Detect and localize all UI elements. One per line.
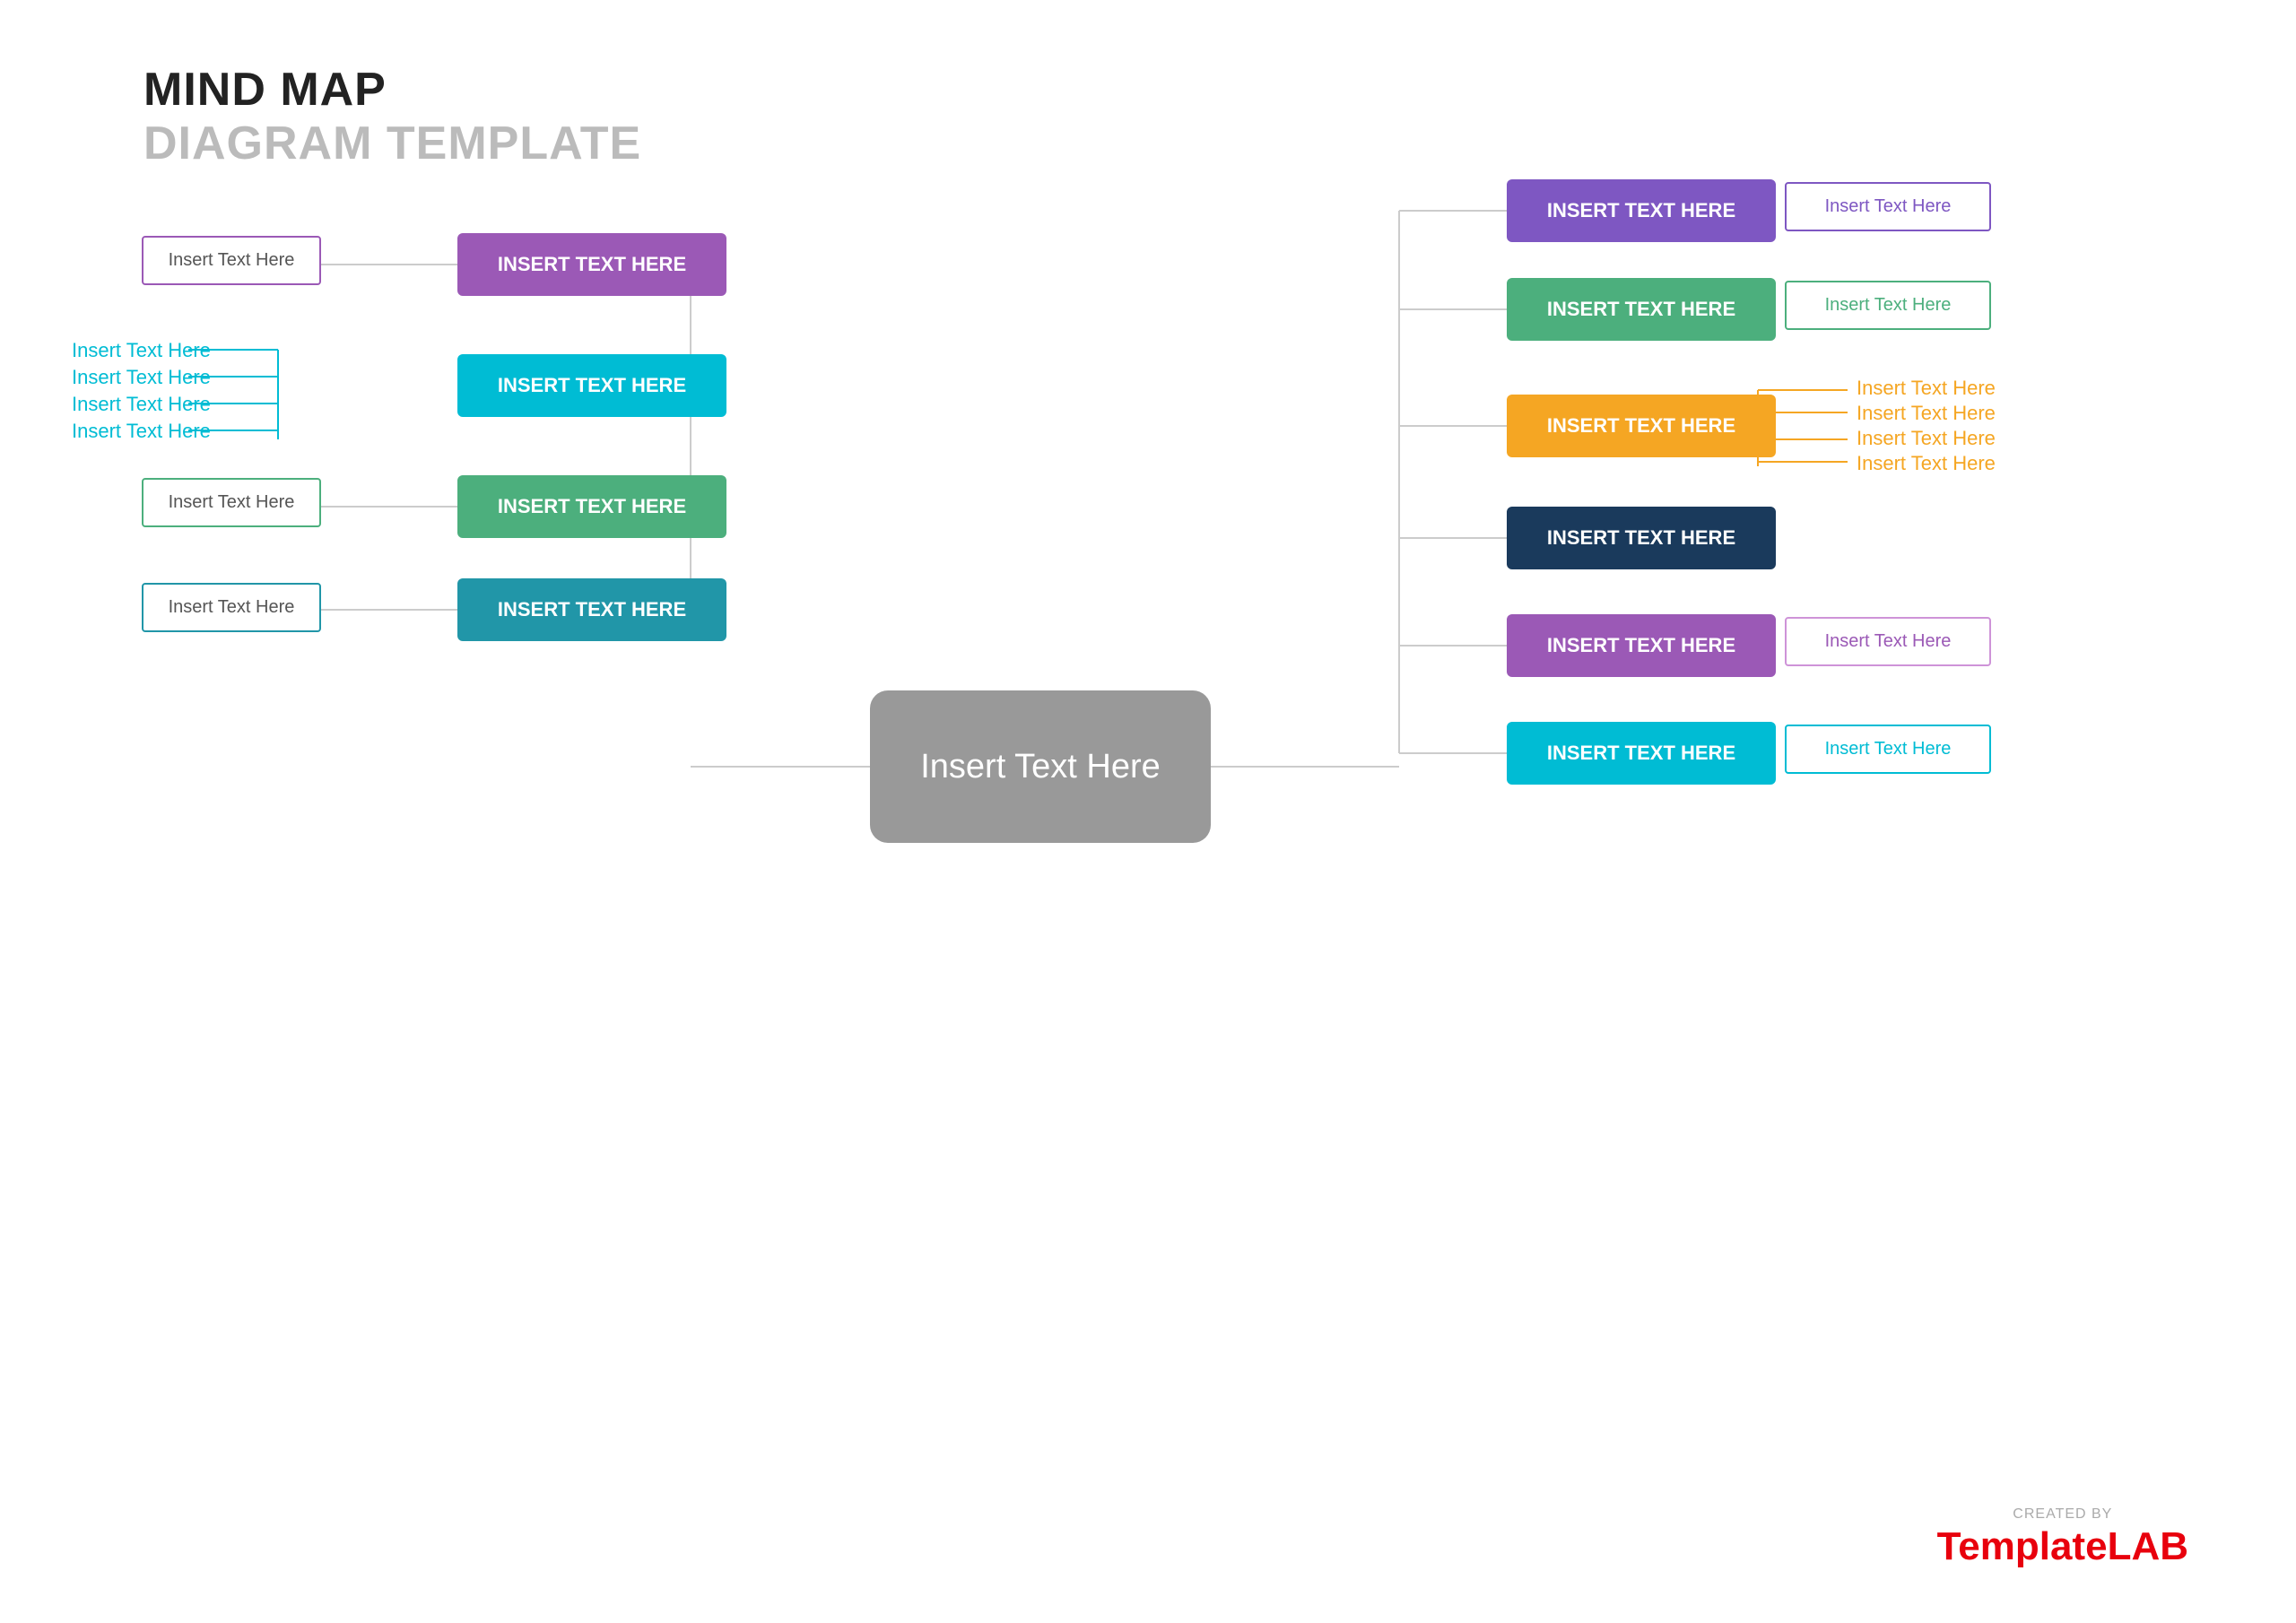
lb2-sub4: Insert Text Here <box>72 420 211 443</box>
logo-block: CREATED BY TemplateLAB <box>1937 1506 2188 1569</box>
rb3-sub4: Insert Text Here <box>1857 452 1996 475</box>
title-block: MIND MAP DIAGRAM TEMPLATE <box>144 63 641 170</box>
lb4-outline: Insert Text Here <box>142 583 321 632</box>
rb4-node: INSERT TEXT HERE <box>1507 507 1776 569</box>
title-sub: DIAGRAM TEMPLATE <box>144 117 641 170</box>
center-node: Insert Text Here <box>870 690 1211 843</box>
rb6-node: INSERT TEXT HERE <box>1507 722 1776 785</box>
rb6-outline: Insert Text Here <box>1785 725 1991 774</box>
lb2-sub1: Insert Text Here <box>72 339 211 362</box>
lb1-node: INSERT TEXT HERE <box>457 233 726 296</box>
logo-created-by: CREATED BY <box>1937 1506 2188 1523</box>
lb3-node: INSERT TEXT HERE <box>457 475 726 538</box>
title-main: MIND MAP <box>144 63 641 117</box>
lb2-sub2: Insert Text Here <box>72 366 211 389</box>
rb3-sub3: Insert Text Here <box>1857 427 1996 450</box>
rb3-sub2: Insert Text Here <box>1857 402 1996 425</box>
rb3-sub1: Insert Text Here <box>1857 377 1996 400</box>
lb4-node: INSERT TEXT HERE <box>457 578 726 641</box>
rb2-outline: Insert Text Here <box>1785 281 1991 330</box>
logo-template: Template <box>1937 1524 2108 1568</box>
logo-lab: LAB <box>2108 1524 2188 1568</box>
rb5-outline: Insert Text Here <box>1785 617 1991 666</box>
logo-text: TemplateLAB <box>1937 1524 2188 1569</box>
rb3-node: INSERT TEXT HERE <box>1507 395 1776 457</box>
rb1-node: INSERT TEXT HERE <box>1507 179 1776 242</box>
lb1-outline: Insert Text Here <box>142 236 321 285</box>
rb1-outline: Insert Text Here <box>1785 182 1991 231</box>
lb2-node: INSERT TEXT HERE <box>457 354 726 417</box>
rb5-node: INSERT TEXT HERE <box>1507 614 1776 677</box>
center-node-label: Insert Text Here <box>920 748 1161 786</box>
rb2-node: INSERT TEXT HERE <box>1507 278 1776 341</box>
lb2-sub3: Insert Text Here <box>72 393 211 416</box>
lb3-outline: Insert Text Here <box>142 478 321 527</box>
